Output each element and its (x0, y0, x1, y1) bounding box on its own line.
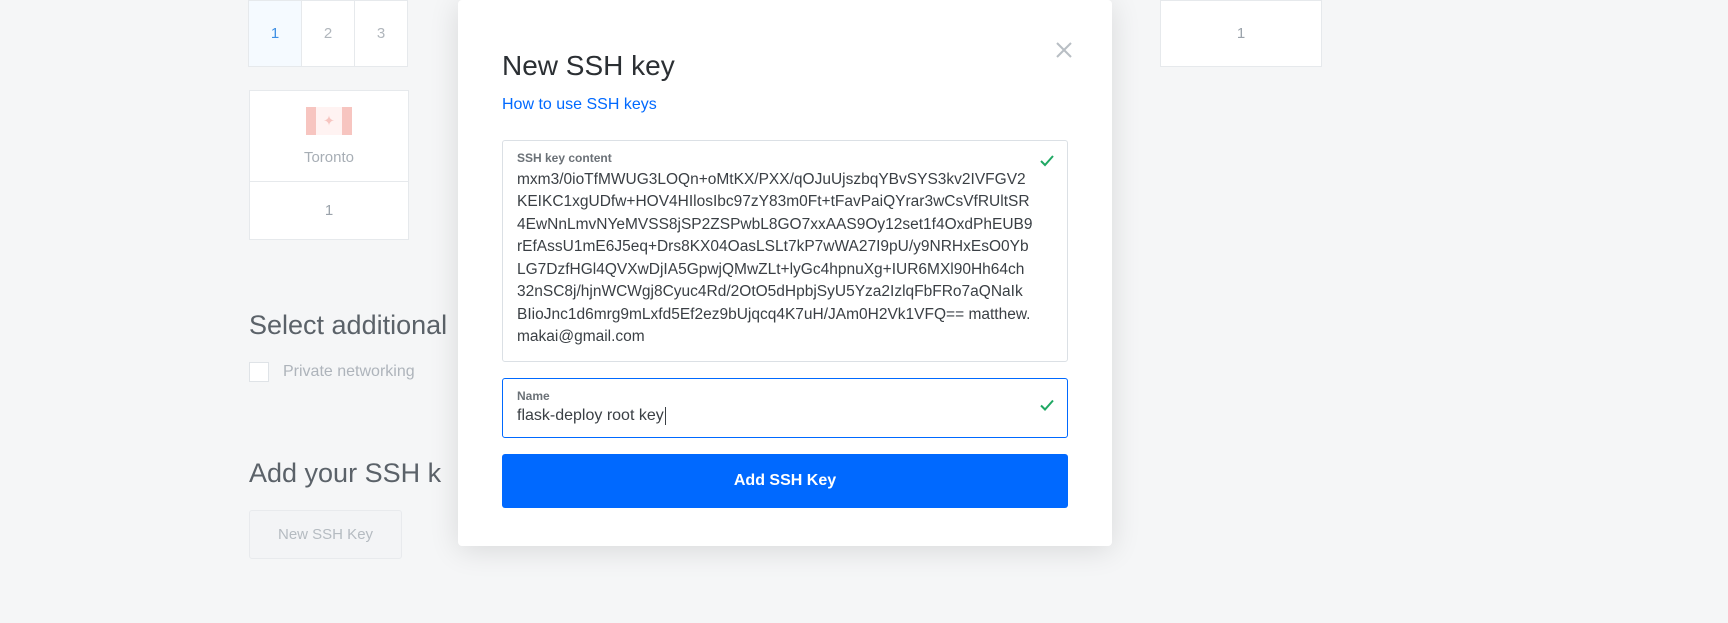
ssh-key-content-input[interactable]: mxm3/0ioTfMWUG3LOQn+oMtKX/PXX/qOJuUjszbq… (517, 169, 1053, 349)
checkbox-icon[interactable] (249, 362, 269, 382)
close-icon[interactable] (1054, 40, 1078, 64)
pagination-item-3[interactable]: 3 (354, 0, 408, 67)
pagination-item-2[interactable]: 2 (301, 0, 355, 67)
ssh-key-content-label: SSH key content (517, 151, 1053, 165)
ssh-key-name-label: Name (517, 389, 1053, 403)
section-title-additional: Select additional (249, 310, 447, 341)
ssh-key-content-field[interactable]: SSH key content mxm3/0ioTfMWUG3LOQn+oMtK… (502, 140, 1068, 362)
region-count: 1 (250, 181, 408, 239)
pagination-item-1[interactable]: 1 (248, 0, 302, 67)
modal-title: New SSH key (502, 50, 1068, 82)
add-ssh-key-button[interactable]: Add SSH Key (502, 454, 1068, 508)
private-networking-option[interactable]: Private networking (249, 362, 415, 382)
checkmark-icon (1039, 153, 1055, 174)
checkbox-label: Private networking (283, 363, 415, 381)
canada-flag-icon: ✦ (306, 107, 352, 135)
ssh-key-name-field[interactable]: Name flask-deploy root key (502, 378, 1068, 438)
new-ssh-key-modal: New SSH key How to use SSH keys SSH key … (458, 0, 1112, 546)
right-count-box: 1 (1160, 0, 1322, 67)
region-name: Toronto (304, 149, 354, 166)
region-card-toronto[interactable]: ✦ Toronto 1 (249, 90, 409, 240)
help-link[interactable]: How to use SSH keys (502, 96, 657, 114)
text-cursor (665, 407, 666, 425)
pagination-row: 1 2 3 (249, 0, 408, 67)
checkmark-icon (1039, 397, 1055, 418)
new-ssh-key-button[interactable]: New SSH Key (249, 510, 402, 559)
ssh-key-name-input[interactable]: flask-deploy root key (517, 407, 666, 424)
section-title-ssh: Add your SSH k (249, 458, 441, 489)
